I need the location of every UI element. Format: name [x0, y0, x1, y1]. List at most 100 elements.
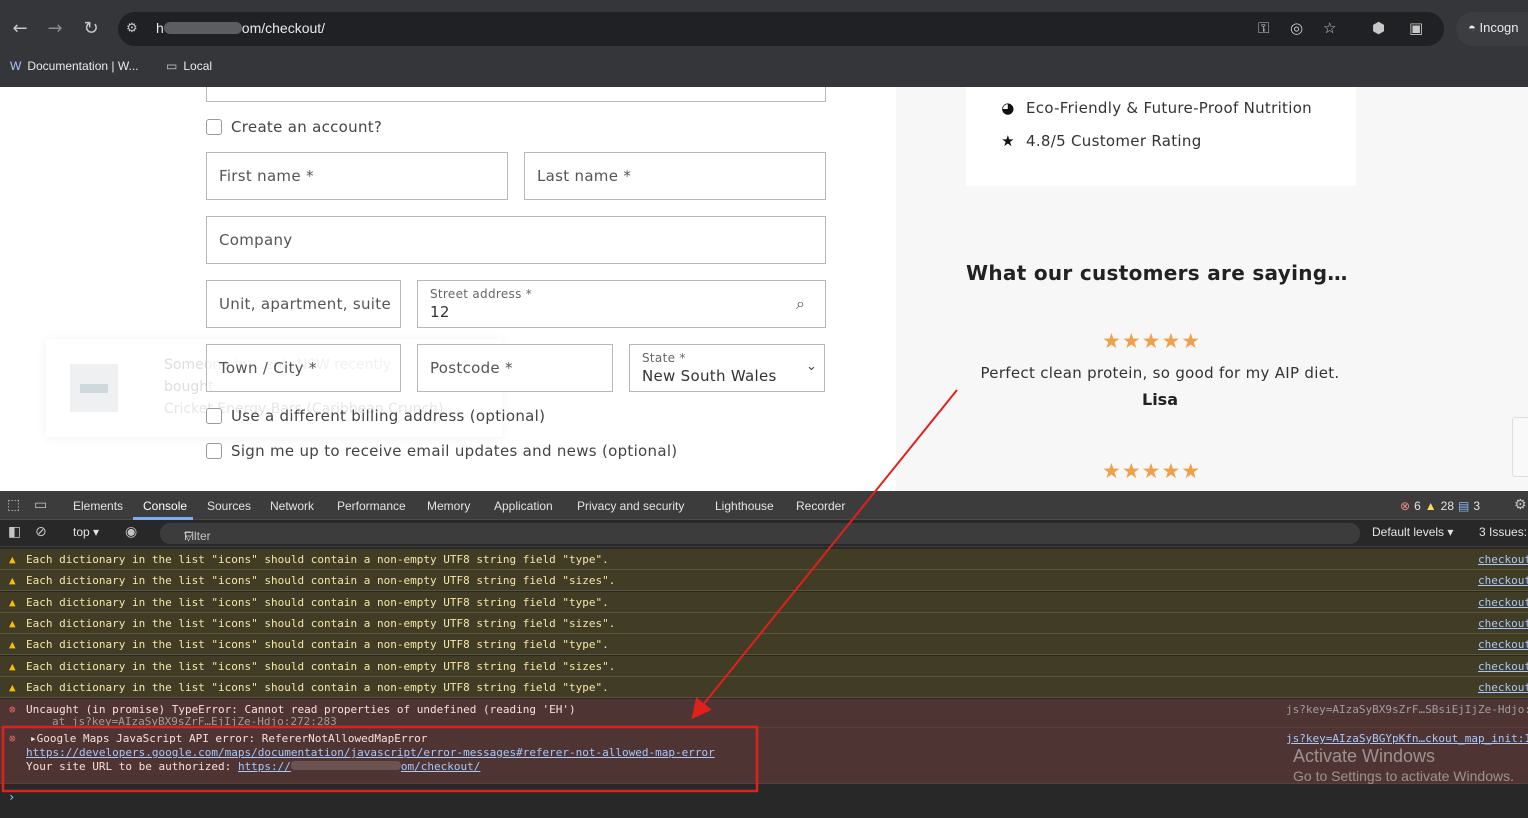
redacted-domain [290, 761, 401, 770]
message-icon: ▤ [1458, 499, 1470, 513]
street-address-field[interactable]: Street address * 12 ⌕ [417, 280, 826, 328]
create-account-checkbox[interactable]: Create an account? [206, 118, 382, 136]
newsletter-checkbox[interactable]: Sign me up to receive email updates and … [206, 442, 677, 460]
devtools-tabbar: ⬚ ▭ Elements Console Sources Network Per… [0, 491, 1528, 520]
error-docs-link[interactable]: https://developers.google.com/maps/docum… [26, 746, 715, 759]
tab-memory[interactable]: Memory [427, 499, 470, 513]
testimonial-quote: Perfect clean protein, so good for my AI… [980, 364, 1340, 382]
different-billing-checkbox[interactable]: Use a different billing address (optiona… [206, 407, 545, 425]
bookmark-local[interactable]: ▭ Local [166, 59, 212, 73]
puzzle-icon[interactable]: ▣ [1409, 18, 1423, 38]
device-toolbar-icon[interactable]: ▭ [34, 497, 47, 513]
forward-icon[interactable]: → [44, 18, 66, 40]
warning-icon: ▲ [9, 638, 16, 651]
windows-watermark-subtitle: Go to Settings to activate Windows. [1293, 768, 1514, 784]
wordpress-icon: W [10, 59, 22, 73]
warning-icon: ▲ [9, 596, 16, 609]
sidebar-toggle-icon[interactable]: ◧ [8, 524, 21, 540]
feature-item: ◕ Eco-Friendly & Future-Proof Nutrition [1001, 99, 1312, 117]
tab-lighthouse[interactable]: Lighthouse [715, 499, 774, 513]
site-info-icon[interactable]: ⚙ [126, 20, 144, 38]
warning-icon: ▲ [9, 617, 16, 630]
tab-console[interactable]: Console [143, 499, 187, 513]
company-field[interactable]: Company [206, 216, 826, 264]
browser-toolbar: ← → ↻ ⚙ h om/checkout/ ⚿ ◎ ☆ ⬢ ▣ ◓ Incogn [0, 0, 1528, 56]
warning-icon: ▲ [9, 681, 16, 694]
issues-link[interactable]: 3 Issues: [1479, 525, 1527, 539]
rating-stars: ★★★★★ [1102, 329, 1202, 353]
console-error-row: ⊗ Uncaught (in promise) TypeError: Canno… [0, 699, 1528, 728]
live-expression-eye-icon[interactable]: ◉ [125, 524, 137, 540]
reload-icon[interactable]: ↻ [80, 18, 102, 40]
key-icon[interactable]: ⚿ [1258, 18, 1269, 38]
bookmark-star-icon[interactable]: ☆ [1323, 18, 1336, 38]
extension-icon[interactable]: ⬢ [1372, 18, 1385, 38]
expand-triangle-icon[interactable]: ▸ [30, 732, 37, 745]
last-name-field[interactable]: Last name * [524, 152, 826, 200]
error-icon: ⊗ [9, 703, 16, 716]
email-field[interactable] [206, 87, 826, 102]
log-levels-select[interactable]: Default levels ▾ [1372, 525, 1453, 539]
back-icon[interactable]: ← [9, 18, 31, 40]
redacted-domain [163, 22, 242, 34]
browser-chrome: ← → ↻ ⚙ h om/checkout/ ⚿ ◎ ☆ ⬢ ▣ ◓ Incogn… [0, 0, 1528, 87]
site-url-link[interactable]: https://om/checkout/ [238, 760, 480, 773]
first-name-field[interactable]: First name * [206, 152, 508, 200]
tab-elements[interactable]: Elements [73, 499, 123, 513]
context-select[interactable]: top ▾ [73, 525, 99, 539]
tab-application[interactable]: Application [494, 499, 553, 513]
devtools-panel: ⬚ ▭ Elements Console Sources Network Per… [0, 491, 1528, 818]
checkbox[interactable] [206, 443, 222, 459]
bookmarks-bar: W Documentation | W... ▭ Local [0, 56, 1528, 87]
console-prompt[interactable]: › [8, 790, 15, 804]
chevron-down-icon: ⌄ [806, 359, 817, 374]
tab-network[interactable]: Network [270, 499, 314, 513]
error-icon: ⊗ [9, 732, 16, 745]
url-text[interactable]: h om/checkout/ [156, 20, 325, 36]
console-filterbar: ◧ ⊘ top ▾ ◉ ▽ Filter Default levels ▾ 3 … [0, 520, 1528, 547]
address-bar[interactable]: ⚙ h om/checkout/ ⚿ ◎ ☆ [118, 12, 1444, 46]
tab-sources[interactable]: Sources [207, 499, 251, 513]
feature-item: ★ 4.8/5 Customer Rating [1001, 132, 1202, 150]
testimonial-author: Lisa [1142, 390, 1178, 409]
star-icon: ★ [1001, 132, 1015, 150]
warning-icon: ▲ [9, 553, 16, 566]
console-warning-row: ▲ Each dictionary in the list "icons" sho… [0, 634, 1528, 655]
warning-icon: ▲ [9, 660, 16, 673]
recaptcha-badge[interactable] [1512, 417, 1528, 477]
tab-performance[interactable]: Performance [337, 499, 406, 513]
checkout-page: Create an account? First name * Last nam… [0, 87, 1528, 491]
checkbox[interactable] [206, 408, 222, 424]
console-warning-row: ▲ Each dictionary in the list "icons" sho… [0, 656, 1528, 677]
warning-icon: ▲ [9, 574, 16, 587]
state-select[interactable]: State * New South Wales ⌄ [629, 344, 825, 392]
product-thumbnail [70, 364, 118, 412]
inspect-element-icon[interactable]: ⬚ [7, 497, 20, 513]
console-warning-row: ▲ Each dictionary in the list "icons" sho… [0, 613, 1528, 634]
incognito-icon: ◓ [1468, 20, 1476, 35]
search-icon[interactable]: ⌕ [796, 294, 805, 314]
rating-stars: ★★★★★ [1102, 459, 1202, 483]
globe-icon: ◕ [1001, 99, 1015, 117]
clear-console-icon[interactable]: ⊘ [35, 524, 47, 540]
console-filter-input[interactable]: ▽ Filter [160, 523, 1360, 544]
bookmark-documentation[interactable]: W Documentation | W... [10, 59, 139, 73]
warning-icon: ▲ [1424, 499, 1437, 513]
unit-field[interactable]: Unit, apartment, suite [206, 280, 401, 328]
folder-icon: ▭ [166, 59, 178, 73]
testimonials-title: What our customers are saying… [966, 261, 1348, 285]
town-field[interactable]: Town / City * [206, 344, 401, 392]
console-warning-row: ▲ Each dictionary in the list "icons" sho… [0, 677, 1528, 698]
issue-counts[interactable]: ⊗ 6 ▲ 28 ▤ 3 [1400, 499, 1480, 513]
tab-privacy-security[interactable]: Privacy and security [577, 499, 684, 513]
checkbox[interactable] [206, 119, 222, 135]
console-warning-row: ▲ Each dictionary in the list "icons" sho… [0, 570, 1528, 591]
console-warning-row: ▲ Each dictionary in the list "icons" sho… [0, 592, 1528, 613]
eye-off-icon[interactable]: ◎ [1290, 18, 1303, 38]
tab-recorder[interactable]: Recorder [796, 499, 845, 513]
incognito-badge[interactable]: ◓ Incogn [1456, 12, 1528, 46]
postcode-field[interactable]: Postcode * [417, 344, 613, 392]
settings-gear-icon[interactable]: ⚙ [1514, 497, 1527, 513]
windows-watermark-title: Activate Windows [1293, 746, 1436, 766]
error-icon: ⊗ [1400, 499, 1411, 513]
